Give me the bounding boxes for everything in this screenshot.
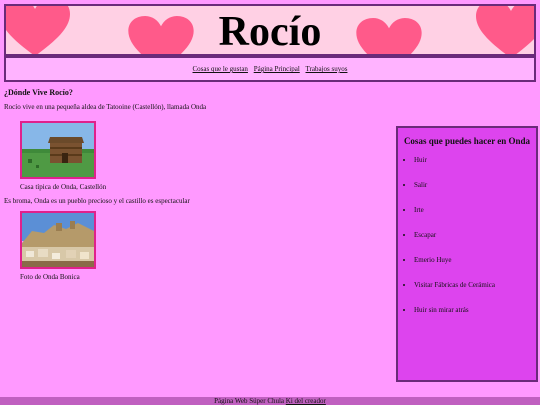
note-text: Es broma, Onda es un pueblo precioso y e… bbox=[4, 197, 190, 205]
town-photo bbox=[20, 211, 96, 269]
list-item: Irte bbox=[414, 206, 536, 214]
section-title: ¿Dónde Vive Rocío? bbox=[4, 88, 73, 97]
activity-list: Huir Salir Irte Escapar Emerio Huye Visi… bbox=[398, 156, 536, 314]
list-item: Huir sin mirar atrás bbox=[414, 306, 536, 314]
main-content: ¿Dónde Vive Rocío? Rocío vive en una peq… bbox=[4, 88, 384, 287]
nav-link-works[interactable]: Trabajos suyos bbox=[306, 65, 348, 73]
header-banner: Rocío bbox=[4, 4, 536, 56]
photo-caption: Casa típica de Onda, Castellón bbox=[20, 183, 107, 191]
footer-text: Página Web Súper Chula bbox=[214, 397, 285, 405]
list-item: Visitar Fábricas de Cerámica bbox=[414, 281, 536, 289]
sidebar: Cosas que puedes hacer en Onda Huir Sali… bbox=[396, 126, 538, 382]
list-item: Escapar bbox=[414, 231, 536, 239]
site-title: Rocío bbox=[218, 9, 322, 55]
sidebar-title: Cosas que puedes hacer en Onda bbox=[403, 136, 531, 146]
nav-link-likes[interactable]: Cosas que le gustan bbox=[193, 65, 248, 73]
photo-block-house: Casa típica de Onda, Castellón bbox=[20, 121, 384, 191]
nav-link-home[interactable]: Página Principal bbox=[254, 65, 300, 73]
intro-text: Rocío vive en una pequeña aldea de Tatoo… bbox=[4, 103, 207, 111]
list-item: Emerio Huye bbox=[414, 256, 536, 264]
list-item: Huir bbox=[414, 156, 536, 164]
footer-creator-link[interactable]: Ki del creador bbox=[286, 397, 326, 405]
navigation-bar: Cosas que le gustan Página Principal Tra… bbox=[4, 56, 536, 82]
house-photo bbox=[20, 121, 96, 179]
photo-caption: Foto de Onda Bonica bbox=[20, 273, 80, 281]
list-item: Salir bbox=[414, 181, 536, 189]
footer: Página Web Súper Chula Ki del creador bbox=[0, 397, 540, 405]
photo-block-town: Foto de Onda Bonica bbox=[20, 211, 384, 281]
